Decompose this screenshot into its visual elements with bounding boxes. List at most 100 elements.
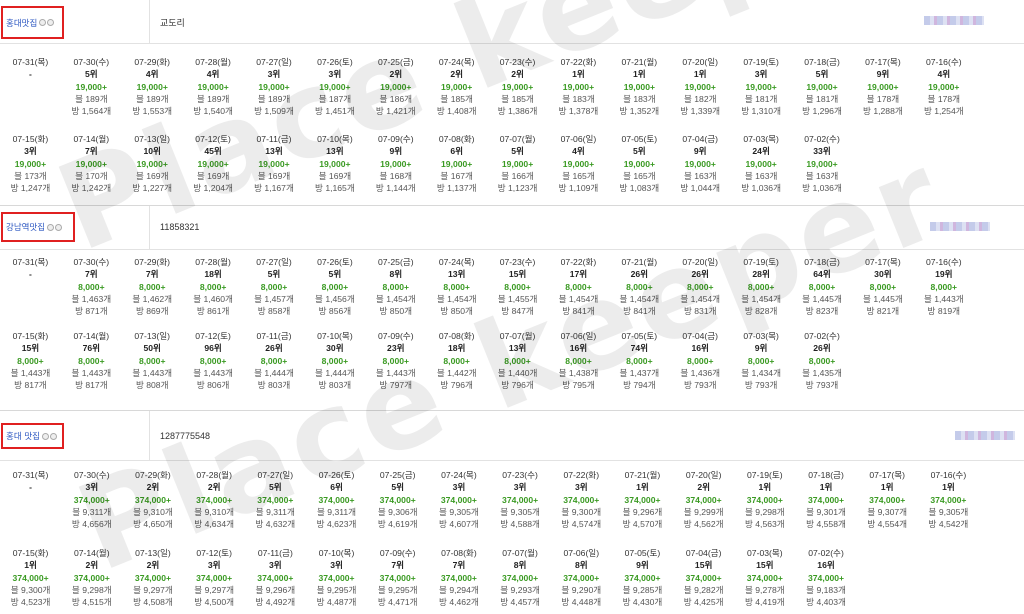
rank-cell: 07-27(일) 5위 8,000+ 블 1,457개 방 858개: [244, 256, 305, 317]
rank-cell: 07-19(토) 28위 8,000+ 블 1,454개 방 828개: [731, 256, 792, 317]
keyword-link[interactable]: 강남역맛집: [6, 221, 45, 233]
visitor-review-count: 방 1,165개: [315, 183, 355, 194]
rank-cell: 07-12(토) 45위 19,000+ 블 169개 방 1,204개: [183, 133, 244, 194]
date-label: 07-21(월): [621, 257, 658, 267]
date-label: 07-09(수): [379, 548, 416, 558]
rank-cell: 07-26(토) 6위 374,000+ 블 9,311개 방 4,623개: [306, 469, 367, 530]
section-header: 홍대 맛집 1287775548: [0, 411, 1024, 461]
date-label: 07-07(월): [502, 548, 538, 558]
rank-value: 17위: [569, 269, 588, 280]
rank-cell: 07-13(일) 10위 19,000+ 블 169개 방 1,227개: [122, 133, 183, 194]
search-volume: 8,000+: [443, 355, 470, 366]
date-label: 07-12(토): [195, 134, 231, 144]
rank-cell: 07-15(화) 1위 374,000+ 블 9,300개 방 4,523개: [0, 547, 61, 608]
visitor-review-count: 방 806개: [196, 380, 230, 391]
rank-cell: 07-03(목) 15위 374,000+ 블 9,278개 방 4,419개: [734, 547, 795, 608]
date-label: 07-30(수): [73, 257, 110, 267]
rank-cell: 07-25(금) 2위 19,000+ 블 186개 방 1,421개: [365, 56, 426, 117]
rank-row-1: 07-31(목) -07-30(수) 7위 8,000+ 블 1,463개 방 871개 0…: [0, 256, 974, 317]
place-code: 교도리: [160, 18, 185, 28]
visitor-review-count: 방 821개: [866, 306, 900, 317]
rank-row-2: 07-15(화) 3위 19,000+ 블 173개 방 1,247개 07-14(월) 7…: [0, 133, 852, 194]
blog-count: 블 169개: [257, 170, 291, 181]
keyword-link[interactable]: 홍대 맛집: [6, 430, 40, 442]
visitor-review-count: 방 819개: [927, 306, 961, 317]
rank-cell: 07-18(금) 5위 19,000+ 블 181개 방 1,296개: [792, 56, 853, 117]
rank-cell: 07-05(토) 74위 8,000+ 블 1,437개 방 794개: [609, 330, 670, 391]
rank-value: 1위: [942, 482, 955, 493]
search-volume: 19,000+: [623, 158, 655, 169]
date-label: 07-10(목): [317, 134, 353, 144]
search-volume: 8,000+: [138, 281, 166, 292]
date-label: 07-11(금): [256, 331, 292, 341]
rank-value: 7위: [84, 269, 98, 280]
blog-count: 블 9,295개: [316, 584, 357, 595]
rank-row-1: 07-31(목) -07-30(수) 5위 19,000+ 블 189개 방 1,564개…: [0, 56, 974, 117]
search-volume: 8,000+: [382, 281, 410, 292]
rank-cell: 07-07(월) 5위 19,000+ 블 166개 방 1,123개: [487, 133, 548, 194]
visitor-review-count: 방 1,451개: [315, 106, 355, 117]
blog-count: 블 1,445개: [863, 293, 903, 304]
search-volume: 374,000+: [869, 494, 906, 505]
minus-icon[interactable]: [41, 432, 49, 440]
blog-count: 블 163개: [744, 170, 778, 181]
visitor-review-count: 방 4,462개: [439, 597, 479, 608]
date-label: 07-06(일): [560, 134, 597, 144]
keyword-link[interactable]: 홍대맛집: [6, 17, 37, 29]
rank-cell: 07-10(목) 13위 19,000+ 블 169개 방 1,165개: [304, 133, 365, 194]
blurred-tag: [924, 16, 984, 25]
minus-icon[interactable]: [39, 19, 47, 26]
date-label: 07-11(금): [256, 134, 292, 144]
info-icon[interactable]: [49, 432, 57, 440]
rank-cell: 07-21(월) 1위 19,000+ 블 183개 방 1,352개: [609, 56, 670, 117]
visitor-review-count: 방 1,083개: [619, 183, 660, 194]
rank-value: 1위: [633, 69, 646, 80]
date-label: 07-05(토): [621, 331, 658, 341]
date-label: 07-19(토): [743, 257, 779, 267]
visitor-review-count: 방 858개: [257, 306, 291, 317]
rank-cell: 07-05(토) 9위 374,000+ 블 9,285개 방 4,430개: [612, 547, 673, 608]
date-label: 07-30(수): [73, 470, 110, 480]
visitor-review-count: 방 4,430개: [622, 597, 663, 608]
rank-cell: 07-11(금) 26위 8,000+ 블 1,444개 방 803개: [244, 330, 305, 391]
blog-count: 블 1,443개: [132, 367, 173, 378]
visitor-review-count: 방 4,419개: [744, 597, 785, 608]
date-label: 07-16(수): [925, 257, 962, 267]
rank-value: 3위: [85, 482, 99, 493]
rank-cell: 07-27(일) 5위 374,000+ 블 9,311개 방 4,632개: [245, 469, 306, 530]
visitor-review-count: 방 1,386개: [497, 106, 538, 117]
minus-icon[interactable]: [47, 223, 55, 231]
rank-value: 96위: [204, 343, 222, 354]
rank-cell: 07-07(월) 13위 8,000+ 블 1,440개 방 796개: [487, 330, 548, 391]
rank-cell: 07-06(일) 4위 19,000+ 블 165개 방 1,109개: [548, 133, 609, 194]
blog-count: 블 183개: [562, 93, 595, 104]
rank-cell: 07-30(수) 7위 8,000+ 블 1,463개 방 871개: [61, 256, 122, 317]
blog-count: 블 9,300개: [561, 506, 602, 517]
rank-cell: 07-25(금) 5위 374,000+ 블 9,306개 방 4,619개: [367, 469, 428, 530]
rank-value: 16위: [691, 343, 709, 354]
info-icon[interactable]: [55, 223, 63, 231]
visitor-review-count: 방 1,044개: [680, 183, 721, 194]
rank-cell: 07-10(목) 30위 8,000+ 블 1,444개 방 803개: [304, 330, 365, 391]
keyword-section-2: 강남역맛집 11858321 07-31(목) -07-30(수) 7위 8,000+…: [0, 206, 1024, 411]
search-volume: 374,000+: [440, 494, 477, 505]
date-label: 07-20(일): [685, 470, 722, 480]
date-label: 07-04(금): [682, 331, 719, 341]
info-icon[interactable]: [47, 19, 55, 26]
blog-count: 블 1,454개: [375, 293, 416, 304]
rank-cell: 07-23(수) 15위 8,000+ 블 1,455개 방 847개: [487, 256, 548, 317]
rank-value: 1위: [693, 69, 707, 80]
rank-value: 9위: [636, 560, 649, 571]
date-label: 07-31(목): [12, 470, 49, 480]
search-volume: 19,000+: [14, 158, 47, 169]
search-volume: 8,000+: [930, 281, 958, 292]
date-label: 07-06(일): [560, 331, 597, 341]
rank-value: 2위: [146, 560, 160, 571]
rank-value: 1위: [819, 482, 833, 493]
rank-value: 3위: [452, 482, 466, 493]
blog-count: 블 9,311개: [255, 506, 295, 517]
rank-value: 2위: [146, 482, 160, 493]
search-volume: 19,000+: [319, 158, 351, 169]
rank-value: 8위: [513, 560, 527, 571]
date-label: 07-08(화): [438, 134, 475, 144]
